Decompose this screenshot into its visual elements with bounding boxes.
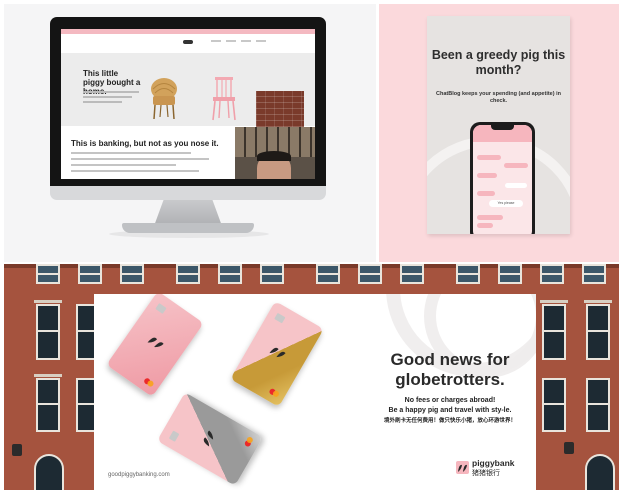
mastercard-icon <box>268 388 280 398</box>
building-window <box>498 264 522 284</box>
pig-logo-icon <box>147 337 164 348</box>
chat-bubble <box>477 223 493 228</box>
person-hair <box>257 151 291 161</box>
monitor-stand-base <box>122 223 254 233</box>
building-window <box>78 264 102 284</box>
section-body-text <box>71 152 221 176</box>
website-screen: This little piggy bought a home. <box>61 29 315 179</box>
pig-logo-icon <box>456 461 469 474</box>
arched-window <box>585 454 615 490</box>
building-window <box>586 378 610 432</box>
poster-panel: Been a greedy pig this month? ChatBlog k… <box>379 4 619 262</box>
site-nav-item <box>256 40 266 42</box>
window-ledge <box>34 374 62 377</box>
pink-chair-image <box>212 77 236 121</box>
monitor-mockup-panel: This little piggy bought a home. <box>4 4 376 262</box>
building-window <box>542 378 566 432</box>
billboard-subline-3: 境外刷卡无任何费用！做只快乐小猪，放心环游世界！ <box>383 418 516 424</box>
street-lamp <box>12 444 22 456</box>
poster-headline: Been a greedy pig this month? <box>431 48 566 77</box>
building-window <box>176 264 200 284</box>
pig-logo-icon <box>269 347 286 358</box>
chat-bubble <box>477 191 495 196</box>
poster-subline: ChatBlog keeps your spending (and appeti… <box>436 91 561 104</box>
hero-body-text <box>83 91 139 106</box>
billboard-subline-2: Be a happy pig and travel with sty-le. <box>388 407 512 414</box>
chat-bubble <box>504 163 528 168</box>
silver-debit-card <box>157 392 263 486</box>
street-lamp <box>564 442 574 454</box>
poster: Been a greedy pig this month? ChatBlog k… <box>427 16 570 234</box>
building-window <box>218 264 242 284</box>
building-window <box>36 378 60 432</box>
phone-screen: Yes please <box>473 125 532 234</box>
mastercard-icon <box>244 436 254 448</box>
site-logo <box>183 40 193 44</box>
billboard-headline: Good news for globetrotters. <box>390 350 510 389</box>
building-window <box>316 264 340 284</box>
card-chip-icon <box>274 312 286 324</box>
rattan-chair-image <box>151 78 177 120</box>
billboard-url: goodpiggybanking.com <box>108 472 170 478</box>
chat-bubble <box>477 155 501 160</box>
phone-mockup: Yes please <box>470 122 535 234</box>
building-window <box>540 264 564 284</box>
billboard-subline-1: No fees or charges abroad! <box>404 397 496 404</box>
site-top-bar <box>61 29 315 34</box>
section-title: This is banking, but not as you nose it. <box>71 139 219 148</box>
pink-debit-card <box>106 294 204 397</box>
chat-bubble <box>477 215 503 220</box>
pig-logo-icon <box>203 430 214 447</box>
site-nav <box>211 40 266 42</box>
cafe-photo <box>235 127 315 179</box>
building-window <box>542 304 566 360</box>
chat-reply-chip: Yes please <box>489 200 523 207</box>
site-nav-item <box>241 40 251 42</box>
building-window <box>358 264 382 284</box>
phone-notch <box>491 125 514 130</box>
gold-debit-card <box>230 301 324 407</box>
site-nav-item <box>211 40 221 42</box>
piggybank-logo: piggybank 猪猪银行 <box>456 456 536 480</box>
arched-window <box>34 454 64 490</box>
brand-name-en: piggybank <box>472 458 515 468</box>
building-window <box>36 304 60 360</box>
card-chip-icon <box>155 303 167 314</box>
site-nav-item <box>226 40 236 42</box>
building-facade-panel: Good news for globetrotters. No fees or … <box>4 264 619 490</box>
billboard: Good news for globetrotters. No fees or … <box>94 294 536 490</box>
building-window <box>36 264 60 284</box>
billboard-subline: No fees or charges abroad! Be a happy pi… <box>358 396 536 426</box>
building-window <box>582 264 606 284</box>
building-window <box>456 264 480 284</box>
brand-name-zh: 猪猪银行 <box>472 470 500 477</box>
chat-bubble <box>477 173 497 178</box>
mastercard-icon <box>143 377 155 388</box>
window-ledge <box>540 300 568 303</box>
chat-bubble <box>505 183 527 188</box>
building-window <box>400 264 424 284</box>
building-window <box>586 304 610 360</box>
building-window <box>120 264 144 284</box>
monitor-chin <box>50 186 326 200</box>
brick-wall-image <box>256 91 304 127</box>
window-ledge <box>584 300 612 303</box>
building-window <box>260 264 284 284</box>
window-ledge <box>34 300 62 303</box>
card-chip-icon <box>168 430 180 442</box>
